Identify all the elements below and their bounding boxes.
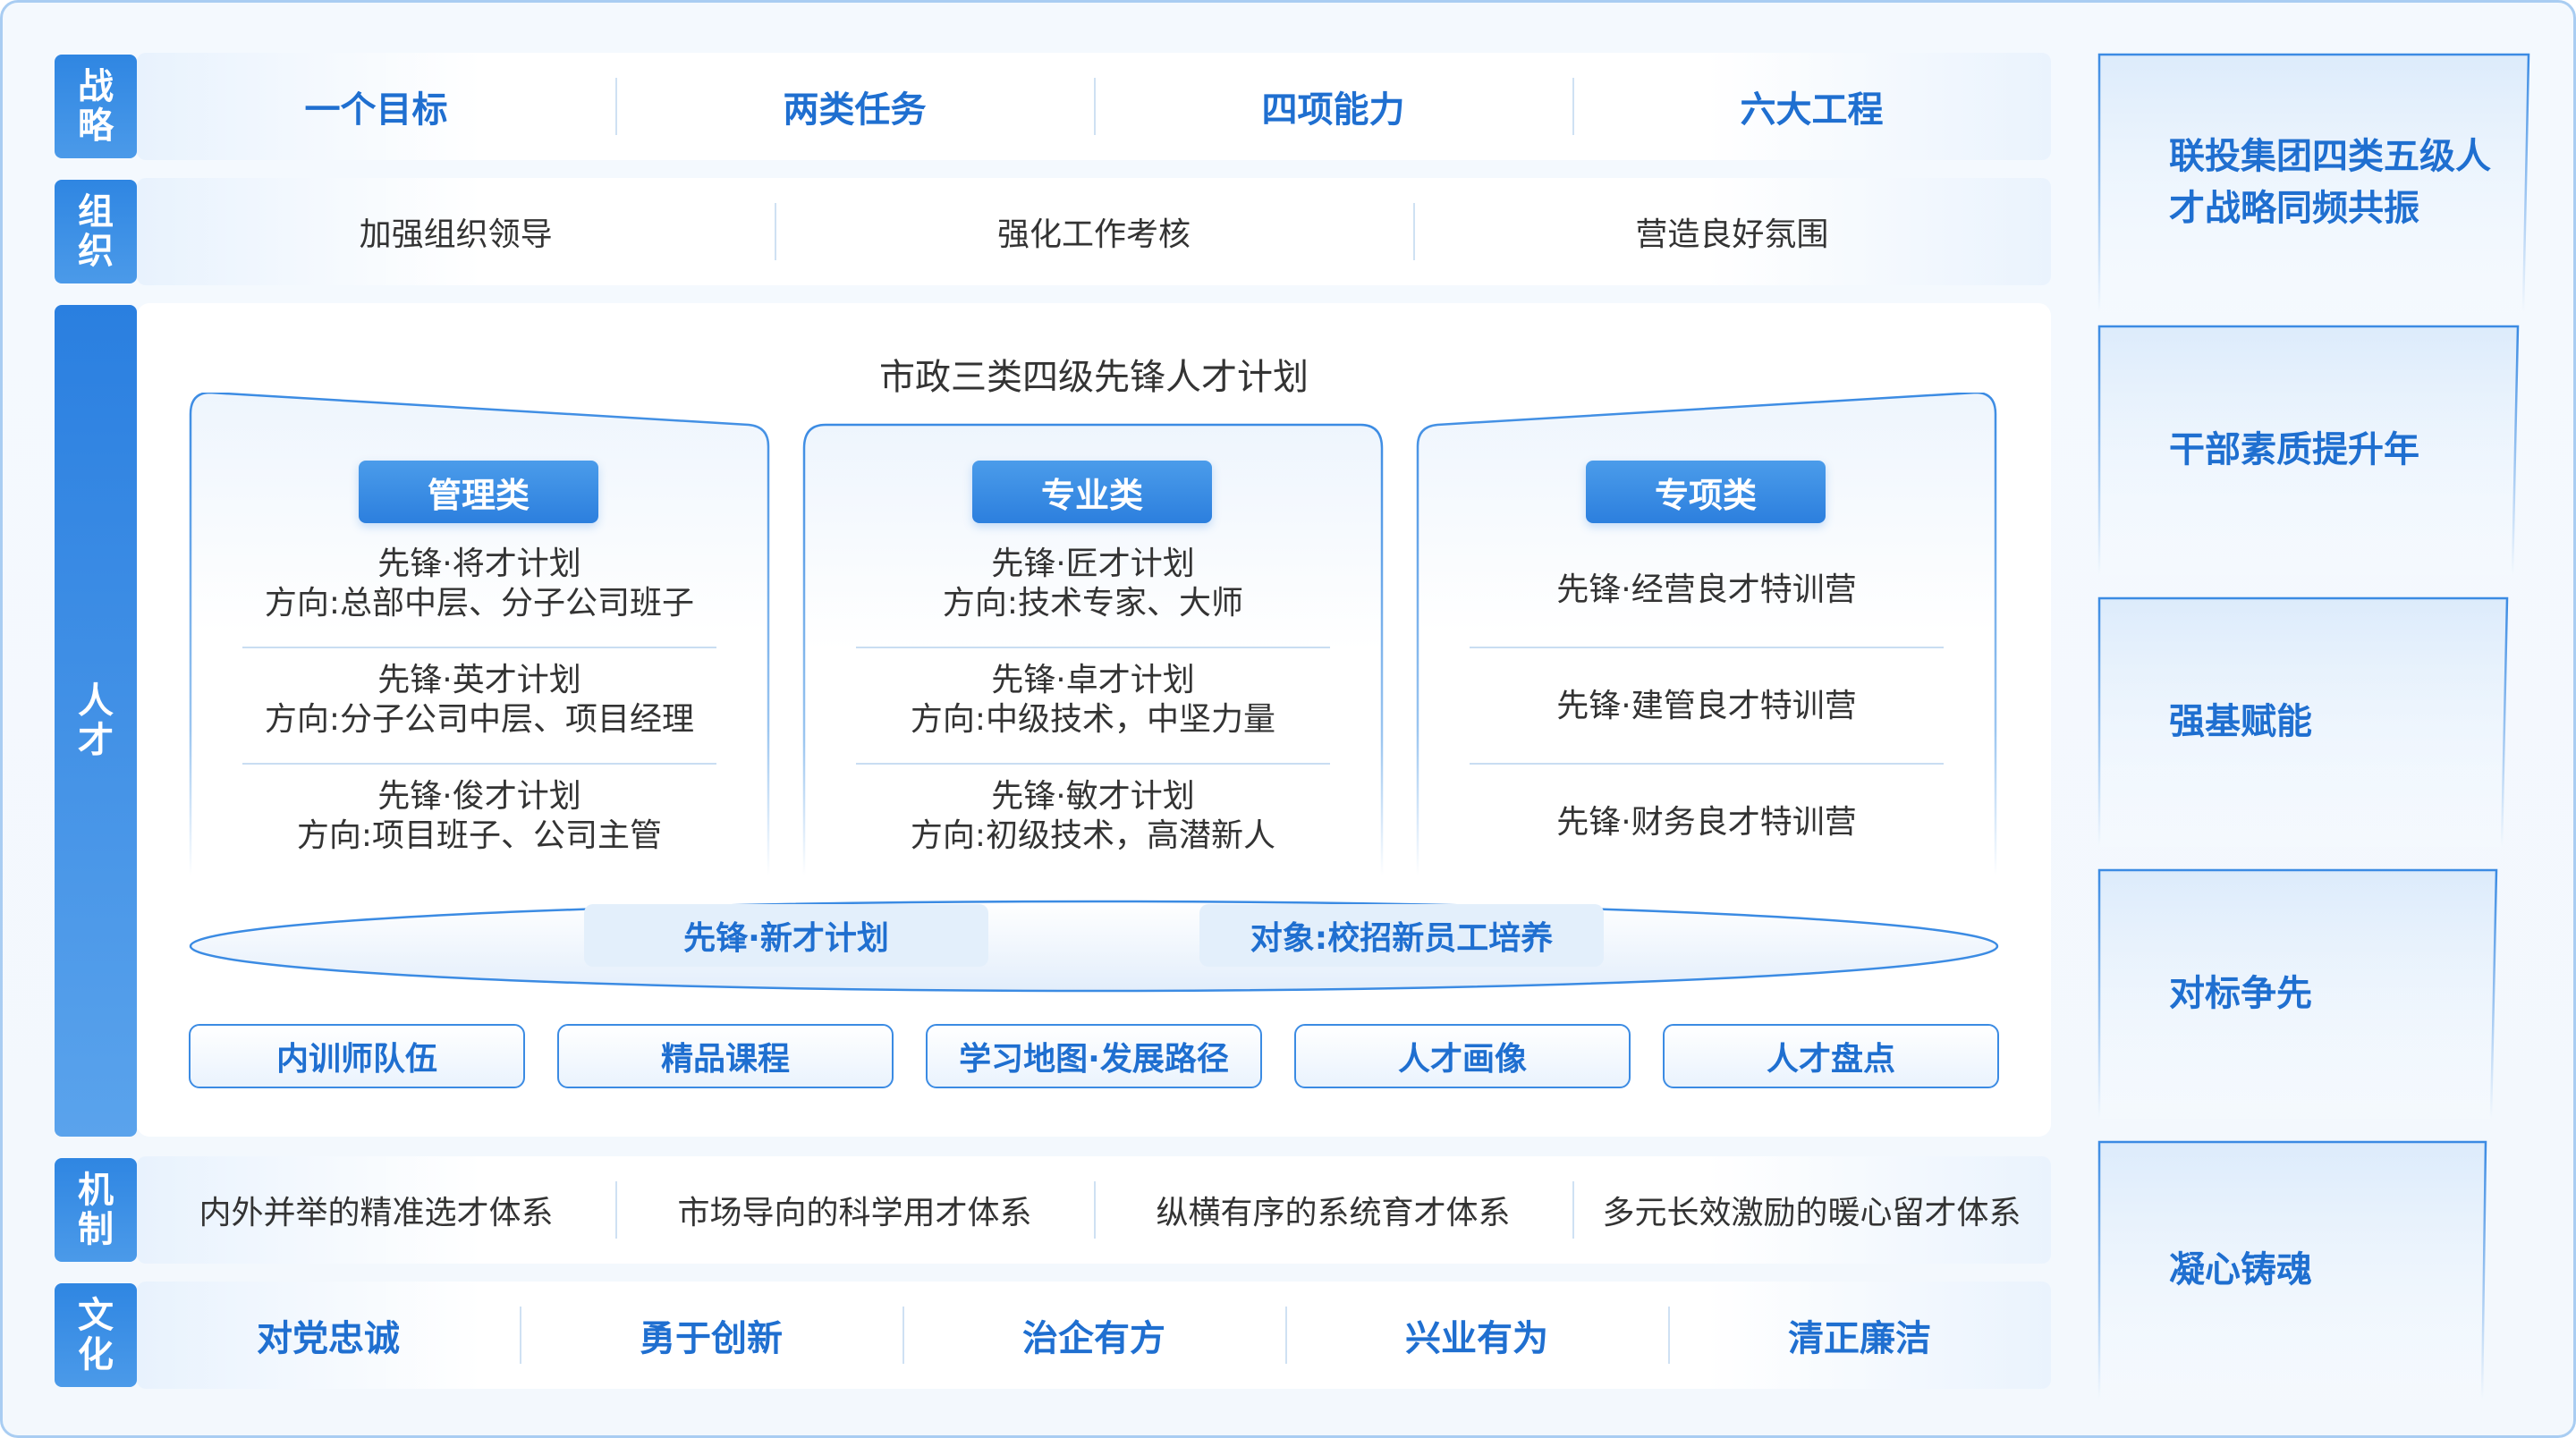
plan-direction: 方向:总部中层、分子公司班子 [264,585,695,622]
plan-direction: 方向:初级技术，高潜新人 [910,817,1276,854]
divider [856,647,1330,648]
divider [242,647,716,648]
strategy-item: 一个目标 [304,89,448,131]
organization-item: 强化工作考核 [775,208,1412,255]
plan-name: 先锋·敏才计划 [991,778,1195,815]
divider [856,763,1330,765]
culture-item: 对党忠诚 [257,1318,400,1359]
plan-item: 先锋·将才计划 方向:总部中层、分子公司班子 [242,545,716,623]
strategy-item: 六大工程 [1572,80,2051,132]
strategy-item: 两类任务 [615,80,1094,132]
tab-talent: 人才 [55,305,137,1137]
plan-item: 先锋·卓才计划 方向:中级技术，中坚力量 [856,661,1330,740]
organization-item: 加强组织领导 [359,216,553,253]
category-card-special: 专项类 先锋·经营良才特训营 先锋·建管良才特训营 先锋·财务良才特训营 [1416,393,1997,875]
tool-talent-review: 人才盘点 [1663,1024,1999,1088]
side-card-cadre-quality: 干部素质提升年 [2097,325,2536,575]
side-card-label: 凝心铸魂 [2169,1249,2312,1290]
side-card-strategy-sync: 联投集团四类五级人才战略同频共振 [2097,53,2536,312]
tab-strategy: 战略 [55,55,137,158]
plan-item: 先锋·匠才计划 方向:技术专家、大师 [856,545,1330,623]
tool-talent-portrait: 人才画像 [1294,1024,1631,1088]
plan-name: 先锋·英才计划 [377,662,581,698]
plan-item: 先锋·俊才计划 方向:项目班子、公司主管 [242,777,716,856]
diagram-frame: 战略 组织 人才 机制 文化 一个目标 两类任务 四项能力 六大工程 加强组织领… [0,0,2576,1438]
tab-culture-label: 文化 [78,1295,114,1375]
organization-item: 营造良好氛围 [1413,208,2051,255]
plan-item: 先锋·财务良才特训营 [1556,804,1857,841]
tool-learning-map: 学习地图·发展路径 [926,1024,1262,1088]
category-badge: 专业类 [972,461,1212,523]
plan-item: 先锋·建管良才特训营 [1556,688,1857,724]
culture-item: 治企有方 [902,1309,1285,1361]
mechanism-item: 多元长效激励的暖心留才体系 [1572,1187,2051,1233]
side-card-label: 对标争先 [2169,973,2312,1014]
plan-name: 先锋·将才计划 [377,546,581,582]
plan-direction: 方向:分子公司中层、项目经理 [264,701,695,738]
tab-culture: 文化 [55,1283,137,1387]
plan-item: 先锋·英才计划 方向:分子公司中层、项目经理 [242,661,716,740]
plan-name: 先锋·俊才计划 [377,778,581,815]
strategy-row: 一个目标 两类任务 四项能力 六大工程 [137,53,2051,160]
new-talent-plan-pill: 先锋·新才计划 [584,904,988,967]
tool-trainer-team: 内训师队伍 [189,1024,525,1088]
mechanism-item: 纵横有序的系统育才体系 [1094,1187,1572,1233]
plan-item: 先锋·敏才计划 方向:初级技术，高潜新人 [856,777,1330,856]
tool-courses: 精品课程 [557,1024,894,1088]
mechanism-row: 内外并举的精准选才体系 市场导向的科学用才体系 纵横有序的系统育才体系 多元长效… [137,1156,2051,1264]
plan-direction: 方向:技术专家、大师 [942,585,1244,622]
divider [242,763,716,765]
side-card-label: 干部素质提升年 [2169,429,2419,470]
new-talent-ellipse [189,900,1999,993]
tab-talent-label: 人才 [78,681,114,761]
culture-item: 清正廉洁 [1668,1309,2051,1361]
plan-direction: 方向:项目班子、公司主管 [296,817,663,854]
category-badge: 专项类 [1586,461,1826,523]
plan-name: 先锋·匠才计划 [991,546,1195,582]
plan-item: 先锋·经营良才特训营 [1556,571,1857,608]
category-card-management: 管理类 先锋·将才计划 方向:总部中层、分子公司班子 先锋·英才计划 方向:分子… [189,393,770,875]
plan-direction: 方向:中级技术，中坚力量 [910,701,1276,738]
side-card-label: 强基赋能 [2169,701,2312,742]
tab-mechanism-label: 机制 [78,1170,114,1250]
culture-item: 兴业有为 [1285,1309,1668,1361]
side-card-strengthen: 强基赋能 [2097,596,2536,847]
side-card-cohesion: 凝心铸魂 [2097,1140,2536,1400]
tab-organization-label: 组织 [78,191,114,272]
culture-item: 勇于创新 [520,1309,902,1361]
tab-strategy-label: 战略 [78,66,114,147]
tab-mechanism: 机制 [55,1158,137,1262]
category-card-professional: 专业类 先锋·匠才计划 方向:技术专家、大师 先锋·卓才计划 方向:中级技术，中… [802,393,1384,875]
mechanism-item: 市场导向的科学用才体系 [615,1187,1094,1233]
strategy-item: 四项能力 [1094,80,1572,132]
culture-row: 对党忠诚 勇于创新 治企有方 兴业有为 清正廉洁 [137,1282,2051,1389]
plan-name: 先锋·卓才计划 [991,662,1195,698]
new-talent-target-pill: 对象:校招新员工培养 [1199,904,1604,967]
tab-organization: 组织 [55,180,137,283]
organization-row: 加强组织领导 强化工作考核 营造良好氛围 [137,178,2051,285]
mechanism-item: 内外并举的精准选才体系 [199,1195,554,1231]
category-badge: 管理类 [359,461,598,523]
side-card-label: 联投集团四类五级人才战略同频共振 [2169,136,2491,229]
side-card-benchmark: 对标争先 [2097,868,2536,1119]
